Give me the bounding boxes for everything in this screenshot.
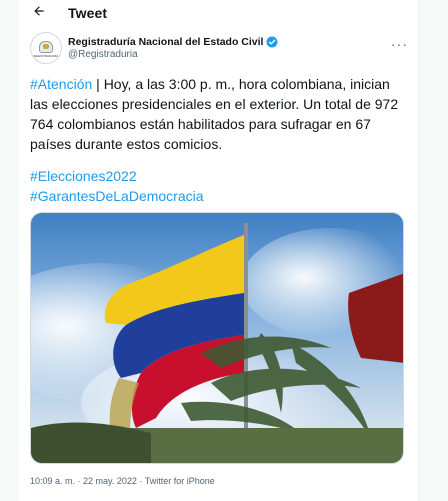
hashtag-list: #Elecciones2022 #GarantesDeLaDemocracia [30,166,410,206]
tweet-text: #Atención | Hoy, a las 3:00 p. m., hora … [30,74,410,154]
tweet-timestamp[interactable]: 10:09 a. m. · 22 may. 2022 · Twitter for… [30,476,215,486]
back-button[interactable] [24,0,54,26]
seal-icon [39,40,53,53]
right-panel-edge [418,0,448,501]
arrow-left-icon [32,4,46,23]
author-name[interactable]: Registraduría Nacional del Estado Civil [68,36,263,48]
page-title: Tweet [68,5,108,21]
tweet-photo[interactable] [30,212,404,464]
tweet-header: Tweet [18,0,418,26]
tweet-author: REGISTRADURÍA Registraduría Nacional del… [30,32,410,64]
colombia-flag-photo [31,213,403,463]
hashtag-link[interactable]: #Elecciones2022 [30,166,410,186]
hashtag-link[interactable]: #GarantesDeLaDemocracia [30,186,410,206]
left-panel-edge [0,0,18,501]
author-handle[interactable]: @Registraduria [68,49,278,60]
hashtag-link[interactable]: #Atención [30,76,92,92]
avatar[interactable]: REGISTRADURÍA [30,32,62,64]
verified-badge-icon [266,36,278,48]
more-options-icon[interactable]: ··· [391,36,408,52]
avatar-logo-text: REGISTRADURÍA [33,53,59,58]
